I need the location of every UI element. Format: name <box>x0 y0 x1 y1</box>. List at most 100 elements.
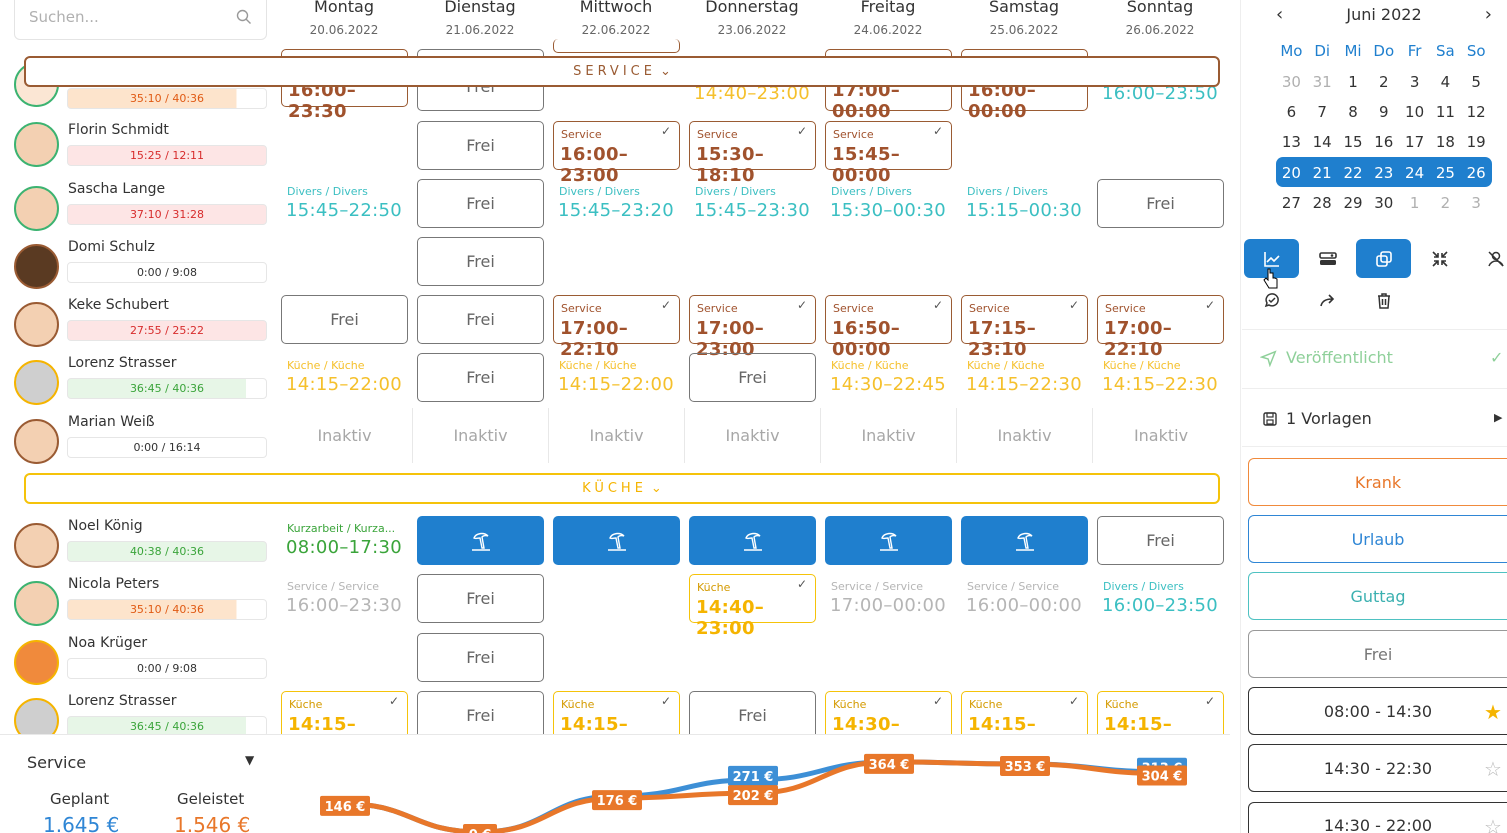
calendar-day[interactable]: 1 <box>1338 73 1369 91</box>
calendar-day[interactable]: 2 <box>1430 194 1461 212</box>
urlaub-button[interactable]: Urlaub <box>1248 515 1507 563</box>
krank-button[interactable]: Krank <box>1248 458 1507 506</box>
calendar-day[interactable]: 21 <box>1307 164 1338 182</box>
calendar-day[interactable]: 17 <box>1399 133 1430 151</box>
shift-cell[interactable]: Service ✓ 17:00–23:00 <box>689 295 816 360</box>
calendar-day[interactable]: 28 <box>1307 194 1338 212</box>
shift-cell[interactable]: Service ✓ 16:50–00:00 <box>825 295 952 360</box>
frei-cell[interactable]: Frei <box>417 237 544 286</box>
calendar-day[interactable]: 18 <box>1430 133 1461 151</box>
shift-cell[interactable]: Küche / Küche 14:15–22:30 <box>1097 353 1224 402</box>
shift-cell[interactable]: Service / Service 16:00–23:30 <box>281 574 408 623</box>
chevron-right-icon[interactable]: › <box>1485 4 1492 25</box>
chevron-left-icon[interactable]: ‹ <box>1276 4 1283 25</box>
shift-cell[interactable]: Divers / Divers 15:15–00:30 <box>961 179 1088 228</box>
delete-button[interactable] <box>1356 281 1411 320</box>
calendar-day[interactable]: 16 <box>1368 133 1399 151</box>
shift-cell[interactable]: Service ✓ 17:15–23:10 <box>961 295 1088 360</box>
shift-cell[interactable]: Küche✓14:15–22:00 <box>281 691 408 756</box>
vacation-cell[interactable] <box>961 516 1088 565</box>
layout-toggle-button[interactable] <box>1300 239 1355 278</box>
shift-cell[interactable] <box>553 39 680 53</box>
shift-cell[interactable]: Küche✓14:15–22:30 <box>1097 691 1224 756</box>
shift-cell[interactable]: Divers / Divers 15:45–22:50 <box>281 179 408 228</box>
calendar-day[interactable]: 15 <box>1338 133 1369 151</box>
hide-user-button[interactable] <box>1468 239 1507 278</box>
calendar-day[interactable]: 11 <box>1430 103 1461 121</box>
shift-cell[interactable]: Kurzarbeit / Kurza... 08:00–17:30 <box>281 516 408 565</box>
calendar-day[interactable]: 7 <box>1307 103 1338 121</box>
calendar-day[interactable]: 23 <box>1368 164 1399 182</box>
dropdown-icon[interactable]: ▼ <box>245 753 254 767</box>
calendar-day[interactable]: 20 <box>1276 164 1307 182</box>
caret-right-icon[interactable]: ▶ <box>1494 411 1502 424</box>
shift-cell[interactable]: Küche✓14:15–22:00 <box>553 691 680 756</box>
star-filled-icon[interactable]: ★ <box>1484 700 1502 724</box>
shift-template-button[interactable]: 14:30 - 22:30 <box>1248 744 1507 792</box>
shift-cell[interactable]: Küche / Küche 14:15–22:00 <box>281 353 408 402</box>
shift-cell[interactable]: Küche / Küche 14:15–22:30 <box>961 353 1088 402</box>
shift-cell[interactable]: Küche ✓ 14:40–23:00 <box>689 574 816 639</box>
frei-cell[interactable]: Frei <box>417 179 544 228</box>
frei-cell[interactable]: Frei <box>1097 516 1224 565</box>
calendar-day[interactable]: 1 <box>1399 194 1430 212</box>
guttag-button[interactable]: Guttag <box>1248 572 1507 620</box>
frei-cell[interactable]: Frei <box>281 295 408 344</box>
frei-button[interactable]: Frei <box>1248 630 1507 678</box>
frei-cell[interactable]: Frei <box>417 295 544 344</box>
shift-cell[interactable]: Divers / Divers 15:45–23:20 <box>553 179 680 228</box>
vacation-cell[interactable] <box>825 516 952 565</box>
shift-cell[interactable]: Service / Service 16:00–00:00 <box>961 574 1088 623</box>
star-outline-icon[interactable]: ☆ <box>1484 757 1502 781</box>
calendar-grid[interactable]: Mo Di Mi Do Fr Sa So 30 31 1 2 3 4 5 6 7 8 9 10 11 12 13 14 15 1… <box>1276 36 1492 218</box>
share-button[interactable] <box>1300 281 1355 320</box>
vacation-cell[interactable] <box>689 516 816 565</box>
shift-cell[interactable]: Service ✓ 16:00–23:00 <box>553 121 680 186</box>
shift-cell[interactable]: Divers / Divers 15:30–00:30 <box>825 179 952 228</box>
calendar-day[interactable]: 9 <box>1368 103 1399 121</box>
calendar-day[interactable]: 25 <box>1430 164 1461 182</box>
shift-cell[interactable]: Service ✓ 17:00–22:10 <box>1097 295 1224 360</box>
calendar-day[interactable]: 6 <box>1276 103 1307 121</box>
calendar-day[interactable]: 4 <box>1430 73 1461 91</box>
frei-cell[interactable]: Frei <box>417 353 544 402</box>
frei-cell[interactable]: Frei <box>689 353 816 402</box>
calendar-day[interactable]: 3 <box>1461 194 1492 212</box>
shift-cell[interactable]: Divers / Divers 15:45–23:30 <box>689 179 816 228</box>
calendar-day[interactable]: 2 <box>1368 73 1399 91</box>
shift-cell[interactable]: Küche / Küche 14:30–22:45 <box>825 353 952 402</box>
frei-cell[interactable]: Frei <box>417 633 544 682</box>
calendar-day[interactable]: 30 <box>1276 73 1307 91</box>
calendar-day[interactable]: 26 <box>1461 164 1492 182</box>
shift-cell[interactable]: Küche✓14:30–22:45 <box>825 691 952 756</box>
shift-template-button[interactable]: 08:00 - 14:30 <box>1248 687 1507 735</box>
calendar-day[interactable]: 27 <box>1276 194 1307 212</box>
collapse-button[interactable] <box>1412 239 1467 278</box>
calendar-day[interactable]: 8 <box>1338 103 1369 121</box>
calendar-day[interactable]: 10 <box>1399 103 1430 121</box>
calendar-day[interactable]: 5 <box>1461 73 1492 91</box>
calendar-day[interactable]: 14 <box>1307 133 1338 151</box>
copy-button[interactable] <box>1356 239 1411 278</box>
calendar-day[interactable]: 19 <box>1461 133 1492 151</box>
templates-toggle[interactable]: 1 Vorlagen <box>1262 409 1372 428</box>
calendar-day[interactable]: 13 <box>1276 133 1307 151</box>
group-header-kueche[interactable]: KÜCHE ⌄ <box>24 473 1220 504</box>
shift-cell[interactable]: Küche / Küche 14:15–22:00 <box>553 353 680 402</box>
shift-cell[interactable]: Service ✓ 15:30–18:10 <box>689 121 816 186</box>
shift-template-button[interactable]: 14:30 - 22:00 <box>1248 802 1507 833</box>
shift-cell[interactable]: Service / Service 17:00–00:00 <box>825 574 952 623</box>
vacation-cell[interactable] <box>553 516 680 565</box>
star-outline-icon[interactable]: ☆ <box>1484 815 1502 833</box>
calendar-day[interactable]: 24 <box>1399 164 1430 182</box>
frei-cell[interactable]: Frei <box>417 574 544 623</box>
section-select[interactable]: Service <box>27 753 86 772</box>
calendar-day[interactable]: 31 <box>1307 73 1338 91</box>
shift-cell[interactable]: Service ✓ 17:00–22:10 <box>553 295 680 360</box>
calendar-day[interactable]: 22 <box>1338 164 1369 182</box>
group-header-service[interactable]: SERVICE ⌄ <box>24 56 1220 87</box>
frei-cell[interactable]: Frei <box>1097 179 1224 228</box>
frei-cell[interactable]: Frei <box>417 121 544 170</box>
search-input[interactable]: Suchen... <box>14 0 267 40</box>
frei-cell[interactable]: Frei <box>417 691 544 740</box>
